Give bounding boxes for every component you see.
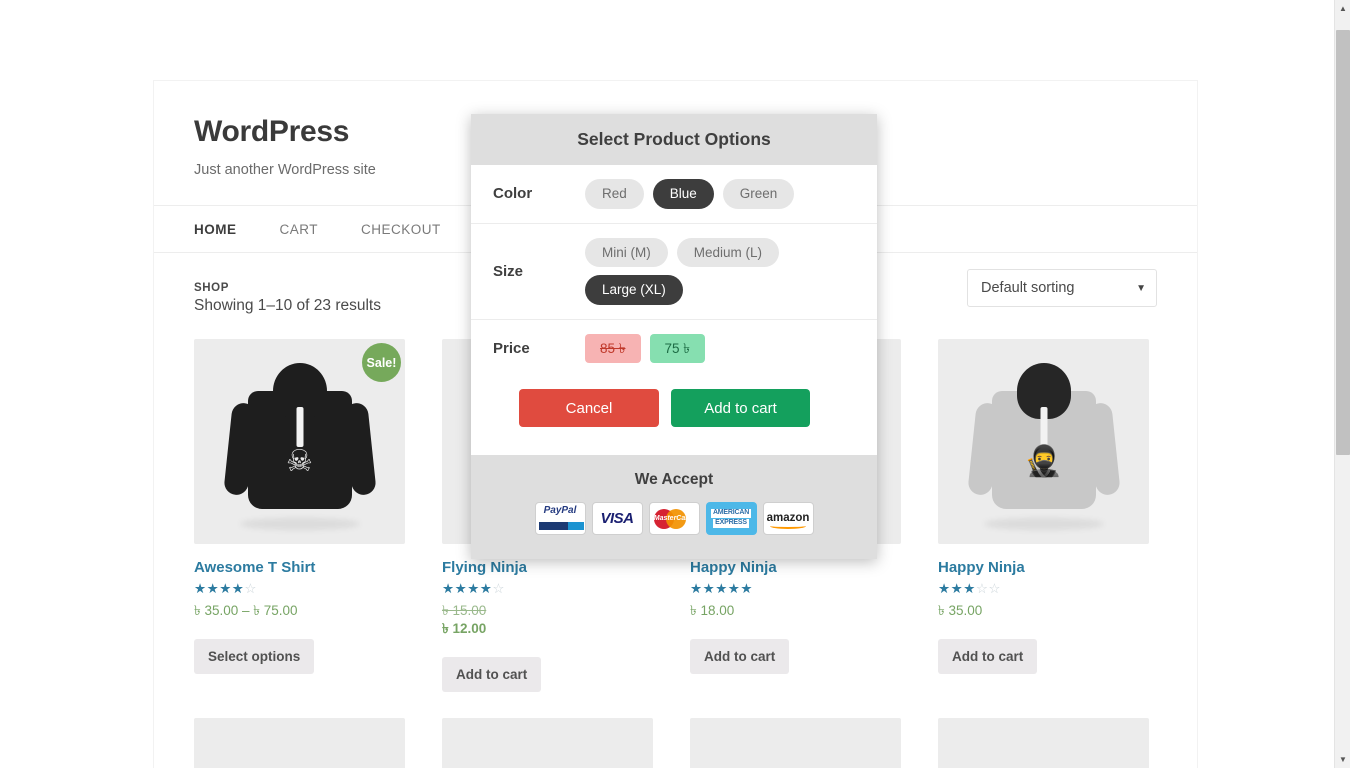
rating-stars: ★★★☆☆ [938, 581, 1002, 596]
add-to-cart-button[interactable]: Add to cart [671, 389, 810, 428]
price-current-chip: 75 ৳ [649, 333, 705, 364]
nav-item-cart[interactable]: CART [280, 222, 319, 237]
american-express-icon: AMERICAN EXPRESS [705, 502, 757, 536]
product-card: Sale! ☠ Awesome T Shirt ★★★★☆ ৳ 35.00 – … [194, 339, 405, 692]
modal-footer: We Accept PayPal VISA MasterCard AMERICA… [471, 455, 877, 560]
modal-body: Color Red Blue Green Size Mini (M) Mediu… [471, 165, 877, 456]
product-price: ৳ 18.00 [690, 602, 735, 618]
we-accept-heading: We Accept [634, 471, 714, 489]
color-option-green[interactable]: Green [722, 179, 795, 209]
product-image[interactable] [194, 717, 405, 768]
hoodie-graphic: ☠ [220, 357, 380, 527]
color-option-row: Color Red Blue Green [471, 165, 877, 224]
product-card [194, 717, 405, 768]
browser-viewport: WordPress Just another WordPress site HO… [0, 0, 1350, 768]
sorting-select[interactable]: Default sorting ▼ [967, 269, 1157, 307]
vertical-scrollbar[interactable]: ▲ ▼ [1334, 0, 1350, 768]
product-card [938, 717, 1149, 768]
nav-item-home[interactable]: HOME [194, 222, 237, 237]
sorting-selected-value: Default sorting [981, 280, 1075, 296]
product-price: ৳ 15.00 ৳ 12.00 [442, 602, 653, 638]
product-image[interactable] [442, 717, 653, 768]
product-price: ৳ 35.00 – ৳ 75.00 [194, 602, 298, 618]
product-card [442, 717, 653, 768]
modal-header: Select Product Options [471, 114, 877, 165]
size-label: Size [493, 262, 524, 280]
price-values: 85 ৳ 75 ৳ [585, 333, 705, 364]
color-option-blue[interactable]: Blue [652, 179, 714, 209]
product-options-modal: Select Product Options Color Red Blue Gr… [471, 114, 877, 560]
color-label: Color [493, 185, 533, 203]
scrollbar-thumb[interactable] [1336, 30, 1350, 455]
price-sale: ৳ 12.00 [442, 620, 487, 636]
price-original: ৳ 15.00 [442, 602, 487, 618]
scroll-down-arrow[interactable]: ▼ [1335, 751, 1350, 768]
rating-stars: ★★★★★ [690, 581, 754, 596]
skull-icon: ☠ [286, 444, 313, 478]
price-row: Price 85 ৳ 75 ৳ [471, 320, 877, 378]
product-title[interactable]: Flying Ninja [442, 559, 653, 577]
size-options: Mini (M) Medium (L) Large (XL) [585, 237, 780, 305]
product-image[interactable]: 🥷 [938, 339, 1149, 544]
chevron-down-icon: ▼ [1136, 282, 1146, 294]
add-to-cart-button[interactable]: Add to cart [690, 638, 790, 674]
mastercard-icon: MasterCard [648, 502, 700, 536]
color-options: Red Blue Green [585, 179, 795, 209]
product-title[interactable]: Happy Ninja [690, 559, 901, 577]
product-card [690, 717, 901, 768]
ninja-icon: 🥷 [1024, 444, 1063, 478]
size-option-large[interactable]: Large (XL) [585, 275, 683, 305]
size-option-medium[interactable]: Medium (L) [676, 237, 780, 268]
product-title[interactable]: Happy Ninja [938, 559, 1149, 577]
size-option-row: Size Mini (M) Medium (L) Large (XL) [471, 224, 877, 320]
select-options-button[interactable]: Select options [194, 638, 315, 674]
product-price: ৳ 35.00 [938, 602, 983, 618]
hoodie-graphic: 🥷 [964, 357, 1124, 527]
product-title[interactable]: Awesome T Shirt [194, 559, 405, 577]
product-image[interactable]: Sale! ☠ [194, 339, 405, 544]
scroll-up-arrow[interactable]: ▲ [1335, 0, 1350, 17]
add-to-cart-button[interactable]: Add to cart [442, 656, 542, 692]
product-card: 🥷 Happy Ninja ★★★☆☆ ৳ 35.00 Add to cart [938, 339, 1149, 692]
price-label: Price [493, 339, 530, 357]
nav-item-checkout[interactable]: CHECKOUT [361, 222, 441, 237]
add-to-cart-button[interactable]: Add to cart [938, 638, 1038, 674]
sale-badge: Sale! [362, 343, 401, 382]
price-original-chip: 85 ৳ [585, 333, 641, 364]
amazon-icon: amazon [762, 502, 814, 536]
modal-title: Select Product Options [577, 129, 771, 149]
visa-icon: VISA [591, 502, 643, 536]
color-option-red[interactable]: Red [585, 179, 644, 209]
cancel-button[interactable]: Cancel [519, 389, 659, 428]
product-image[interactable] [938, 717, 1149, 768]
size-option-mini[interactable]: Mini (M) [585, 237, 668, 268]
rating-stars: ★★★★☆ [194, 581, 258, 596]
product-image[interactable] [690, 717, 901, 768]
paypal-icon: PayPal [534, 502, 586, 536]
payment-methods: PayPal VISA MasterCard AMERICAN EXPRESS [471, 502, 877, 536]
modal-actions: Cancel Add to cart [471, 377, 877, 455]
rating-stars: ★★★★☆ [442, 581, 506, 596]
